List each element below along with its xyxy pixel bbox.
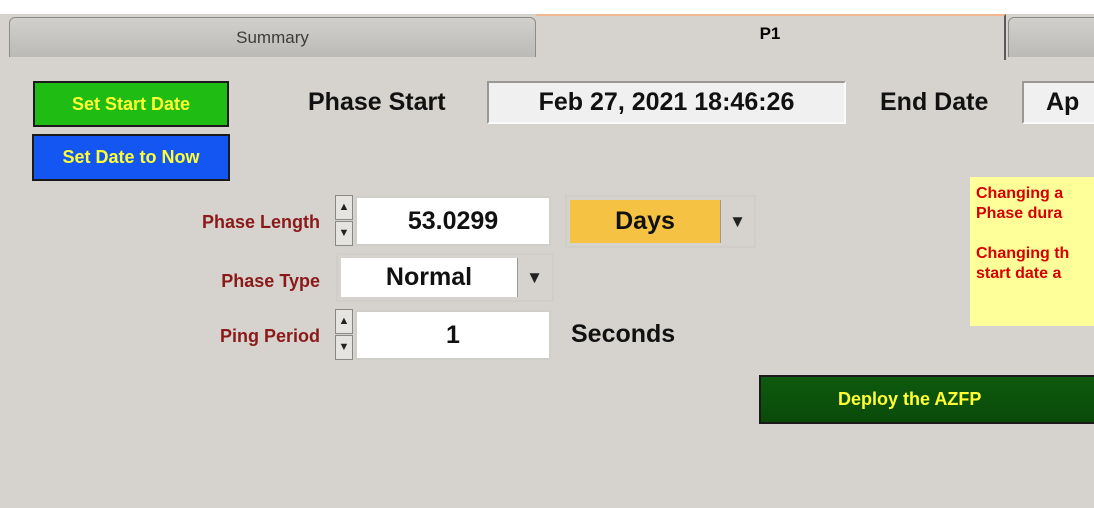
note-line: Changing th (976, 245, 1070, 262)
phase-length-spinner[interactable]: ▲ ▼ (334, 195, 354, 247)
phase-type-label: Phase Type (221, 271, 320, 291)
ping-period-units: Seconds (571, 320, 676, 348)
end-date-display: Ap (1022, 81, 1094, 124)
info-note: Changing a Phase dura Changing th start … (970, 177, 1094, 326)
phase-start-label: Phase Start (308, 88, 446, 116)
ping-period-input[interactable]: 1 (355, 310, 551, 360)
decrement-arrow-icon[interactable]: ▼ (335, 335, 353, 360)
phase-length-input[interactable]: 53.0299 (355, 196, 551, 246)
set-start-date-button[interactable]: Set Start Date (33, 81, 229, 127)
tab-summary[interactable]: Summary (9, 17, 536, 57)
chevron-down-icon[interactable]: ▼ (720, 200, 754, 243)
decrement-arrow-icon[interactable]: ▼ (335, 221, 353, 246)
end-date-label: End Date (880, 88, 989, 116)
ping-period-label: Ping Period (219, 326, 320, 346)
increment-arrow-icon[interactable]: ▲ (335, 309, 353, 334)
phase-length-units-select[interactable]: Days (570, 200, 720, 243)
main-panel: Summary P1 Set Start Date Set Date to No… (0, 0, 1094, 508)
note-line: start date a (976, 265, 1062, 282)
chevron-down-icon[interactable]: ▼ (517, 258, 551, 297)
increment-arrow-icon[interactable]: ▲ (335, 195, 353, 220)
note-line: Changing a (976, 185, 1064, 202)
set-date-to-now-button[interactable]: Set Date to Now (32, 134, 230, 181)
note-line (976, 224, 1094, 244)
top-strip (0, 0, 1094, 14)
ping-period-spinner[interactable]: ▲ ▼ (334, 309, 354, 361)
phase-type-select[interactable]: Normal (341, 258, 517, 297)
tab-next[interactable] (1008, 17, 1094, 57)
phase-start-display: Feb 27, 2021 18:46:26 (487, 81, 846, 124)
phase-length-label: Phase Length (201, 212, 320, 232)
deploy-azfp-button[interactable]: Deploy the AZFP (759, 375, 1094, 424)
tab-p1[interactable]: P1 (536, 14, 1006, 60)
note-line: Phase dura (976, 205, 1063, 222)
